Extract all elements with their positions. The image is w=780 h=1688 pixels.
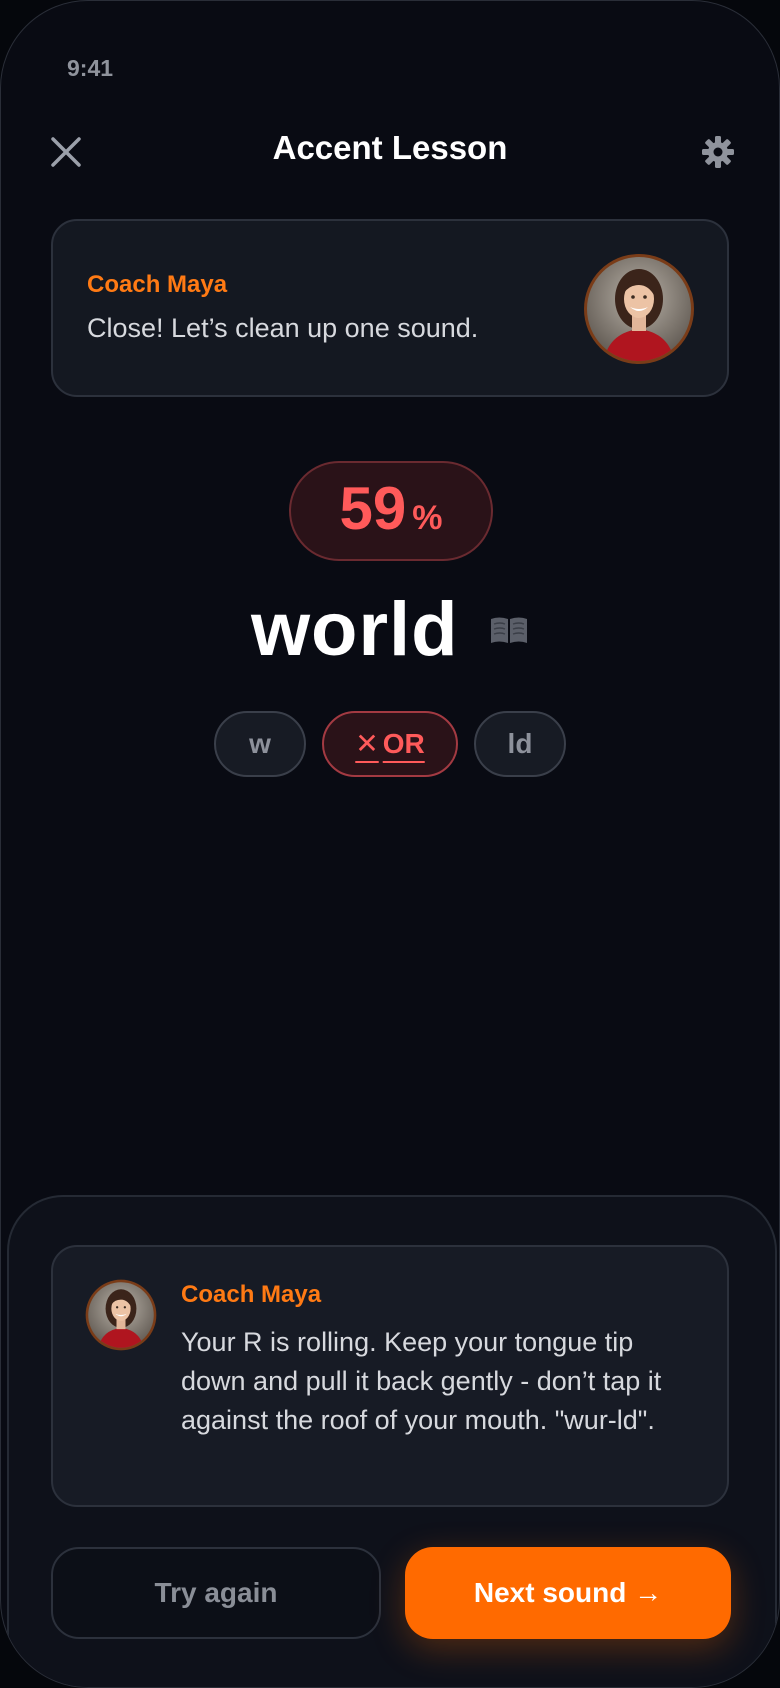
feedback-message: Your R is rolling. Keep your tongue tip … — [181, 1327, 662, 1435]
next-sound-button[interactable]: Next sound → — [405, 1547, 731, 1639]
score-unit: % — [412, 499, 443, 537]
settings-button[interactable] — [701, 135, 735, 169]
coach-avatar — [85, 1279, 157, 1351]
error-icon: ✕ — [355, 728, 379, 759]
coach-avatar — [584, 254, 694, 364]
phoneme-chip[interactable]: ld — [474, 711, 566, 777]
page-title: Accent Lesson — [272, 129, 508, 166]
feedback-coach-name: Coach Maya — [181, 1281, 322, 1308]
lesson-word: world — [250, 587, 459, 672]
coach-name: Coach Maya — [87, 271, 228, 298]
word-row: world — [1, 586, 779, 673]
feedback-card: Coach Maya Your R is rolling. Keep your … — [51, 1245, 729, 1507]
dictionary-button[interactable] — [489, 615, 529, 645]
gear-icon — [702, 136, 734, 168]
phoneme-label: ld — [507, 728, 533, 759]
coach-message: Close! Let’s clean up one sound. — [87, 313, 479, 343]
phoneme-chip-error[interactable]: ✕ OR — [322, 711, 458, 777]
coach-card: Coach Maya Close! Let’s clean up one sou… — [51, 219, 729, 397]
phoneme-list: w ✕ OR ld — [1, 711, 779, 777]
phoneme-label: OR — [382, 728, 425, 759]
score-badge: 59% — [289, 461, 493, 561]
phoneme-chip[interactable]: w — [214, 711, 306, 777]
phoneme-label: w — [249, 728, 271, 759]
status-time: 9:41 — [67, 55, 114, 81]
score-value: 59 — [339, 475, 407, 542]
phone-screen: 9:41 Accent Lesson Coach Maya Close! Let… — [0, 0, 780, 1688]
try-again-button[interactable]: Try again — [51, 1547, 381, 1639]
book-icon — [491, 617, 528, 643]
